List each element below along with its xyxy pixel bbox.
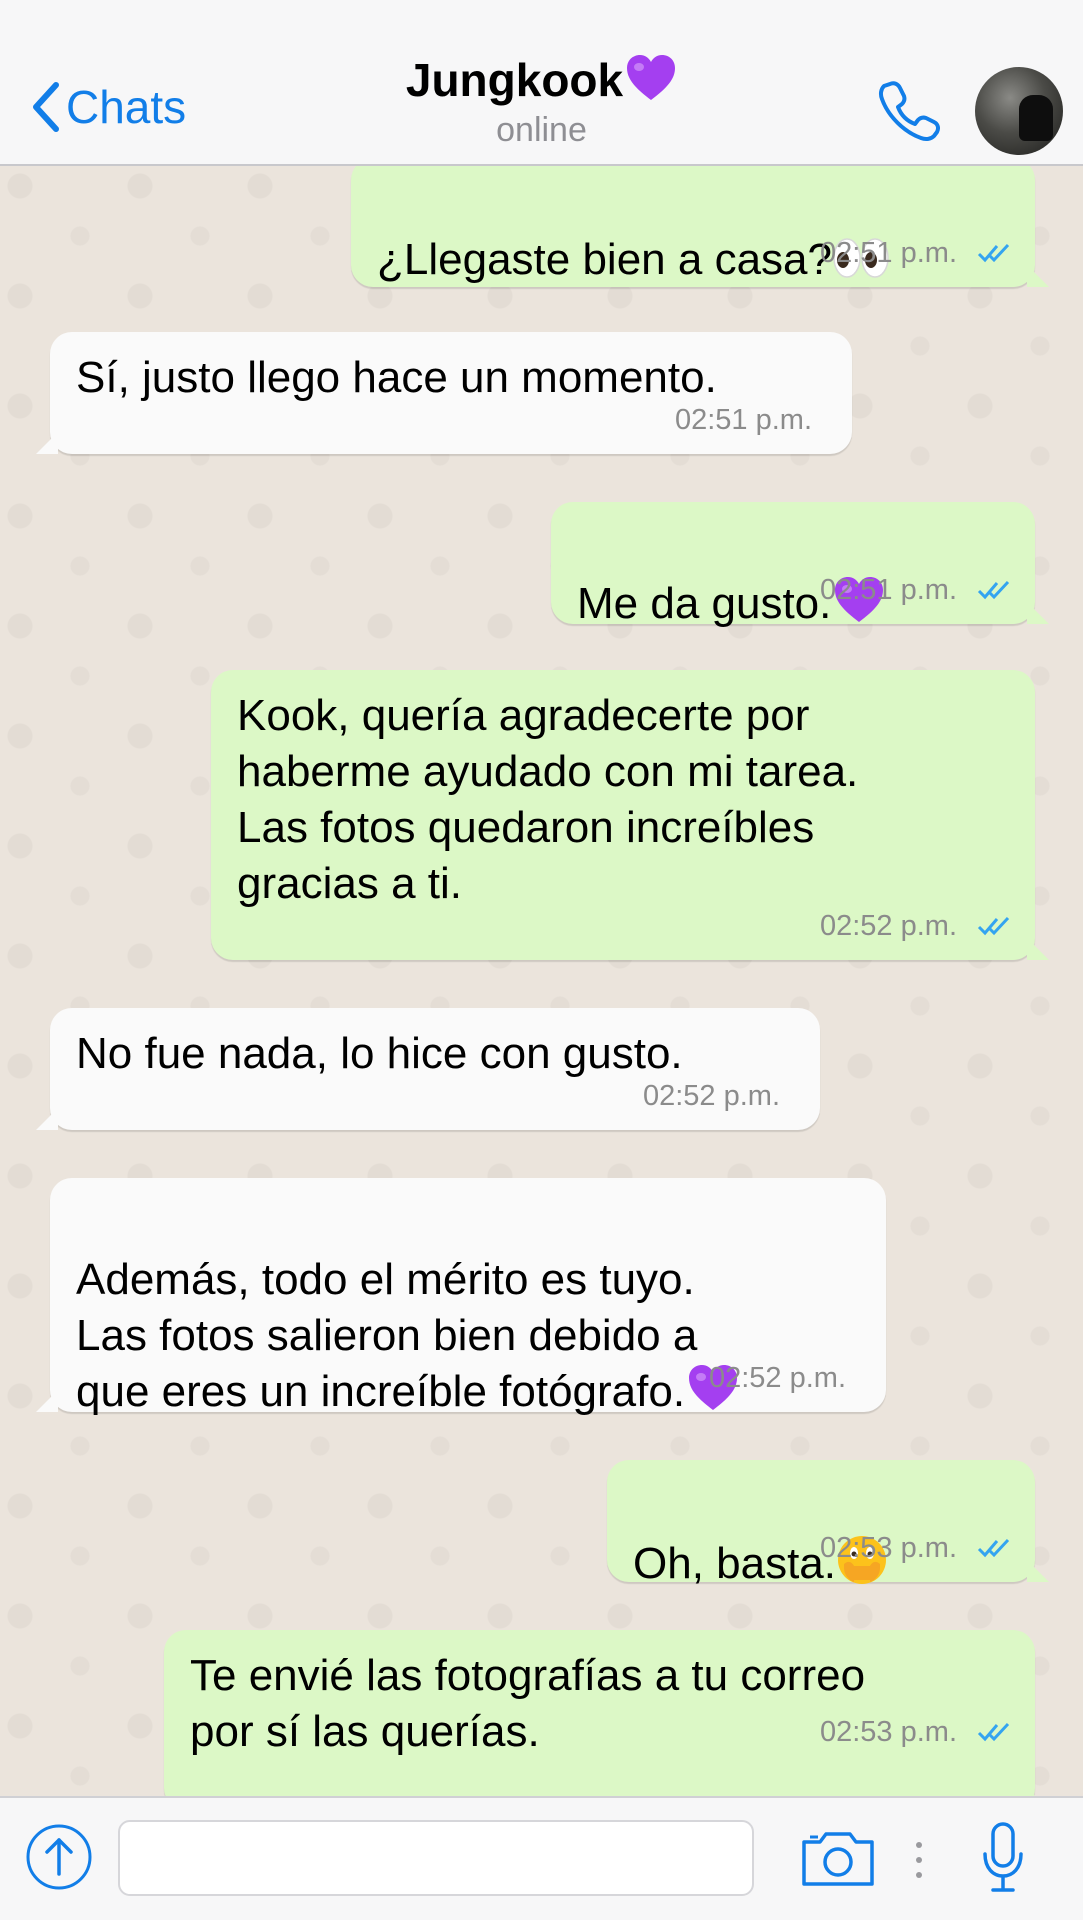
message-time: 02:51 p.m. (674, 404, 812, 436)
chat-header: Chats Jungkook online (0, 0, 1083, 166)
message-bubble-incoming[interactable]: Sí, justo llego hace un momento. 02:51 p… (36, 332, 852, 454)
message-meta: 02:51 p.m. (820, 562, 1013, 618)
call-button[interactable] (876, 78, 940, 147)
message-meta: 02:52 p.m. (709, 1350, 846, 1406)
message-meta: 02:52 p.m. (820, 898, 1013, 954)
double-check-read-icon (977, 1538, 1010, 1558)
message-time: 02:52 p.m. (708, 1362, 846, 1394)
composer-bar (0, 1796, 1083, 1920)
message-bubble-outgoing[interactable]: Oh, basta. 02:53 p.m. (607, 1460, 1049, 1588)
message-text: Oh, basta. (633, 1539, 837, 1588)
message-bubble-outgoing[interactable]: ¿Llegaste bien a casa? 02:51 p.m. (351, 166, 1049, 288)
message-time: 02:51 p.m. (819, 574, 957, 606)
message-time: 02:52 p.m. (642, 1080, 780, 1112)
double-check-read-icon (977, 580, 1010, 600)
double-check-read-icon (977, 243, 1010, 263)
message-meta: 02:51 p.m. (675, 392, 812, 448)
message-meta: 02:53 p.m. (820, 1520, 1013, 1576)
microphone-icon (983, 1822, 1023, 1892)
message-text: Te envié las fotografías a tu correo por… (190, 1651, 866, 1756)
message-meta: 02:51 p.m. (820, 225, 1013, 281)
message-bubble-outgoing[interactable]: Kook, quería agradecerte por haberme ayu… (211, 670, 1049, 960)
double-check-read-icon (977, 1722, 1010, 1742)
avatar-figure (1019, 95, 1053, 141)
message-time: 02:53 p.m. (819, 1716, 957, 1748)
message-bubble-incoming[interactable]: Además, todo el mérito es tuyo. Las foto… (36, 1178, 886, 1416)
message-text: No fue nada, lo hice con gusto. (76, 1029, 683, 1078)
double-check-read-icon (977, 916, 1010, 936)
message-list[interactable]: ¿Llegaste bien a casa? 02:51 p.m. Sí, ju… (0, 166, 1083, 1796)
message-text: Sí, justo llego hace un momento. (76, 353, 717, 402)
more-dots-icon (914, 1840, 924, 1885)
contact-avatar[interactable] (975, 67, 1063, 155)
message-text-row: ¿Llegaste bien a casa? (377, 176, 890, 288)
message-text: Además, todo el mérito es tuyo. Las foto… (76, 1255, 698, 1416)
contact-name: Jungkook (405, 54, 624, 106)
message-bubble-incoming[interactable]: No fue nada, lo hice con gusto. 02:52 p.… (36, 1008, 820, 1130)
message-bubble-outgoing[interactable]: Te envié las fotografías a tu correo por… (164, 1630, 1049, 1796)
attach-button[interactable] (24, 1822, 94, 1897)
camera-icon (802, 1832, 874, 1886)
message-meta: 02:53 p.m. (820, 1704, 1013, 1760)
camera-button[interactable] (800, 1828, 876, 1893)
purple-heart-emoji (627, 55, 676, 100)
message-time: 02:51 p.m. (819, 237, 957, 269)
message-time: 02:53 p.m. (819, 1532, 957, 1564)
message-text: Me da gusto. (577, 579, 832, 628)
message-input[interactable] (118, 1820, 754, 1896)
phone-icon (878, 81, 940, 142)
message-meta: 02:52 p.m. (643, 1068, 780, 1124)
message-text: ¿Llegaste bien a casa? (377, 235, 832, 284)
microphone-button[interactable] (980, 1820, 1026, 1901)
upload-arrow-icon (26, 1824, 92, 1890)
message-text: Kook, quería agradecerte por haberme ayu… (237, 691, 859, 908)
message-bubble-outgoing[interactable]: Me da gusto. 02:51 p.m. (551, 502, 1049, 628)
message-time: 02:52 p.m. (819, 910, 957, 942)
message-text-row: Además, todo el mérito es tuyo. Las foto… (76, 1196, 739, 1420)
